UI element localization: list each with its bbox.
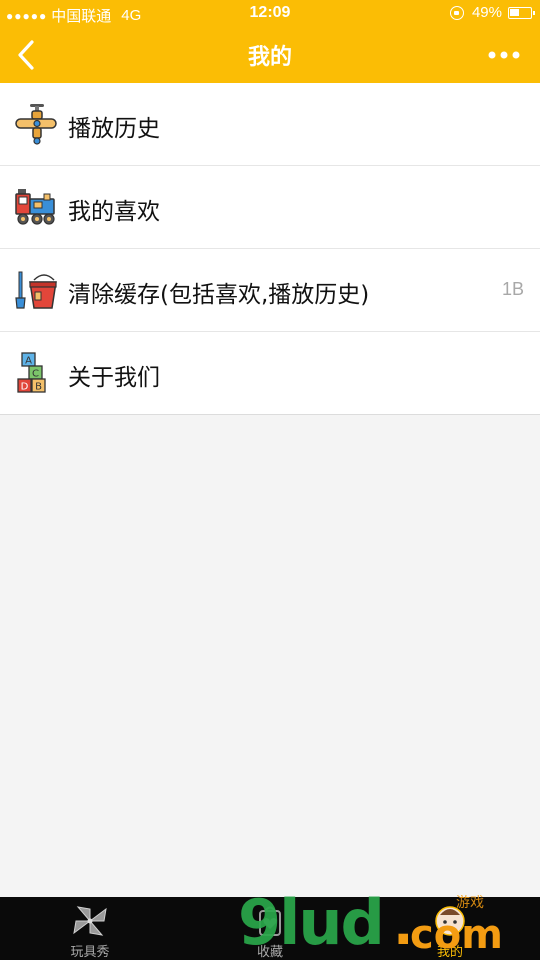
svg-text:A: A [25,356,32,367]
status-right: 49% [449,4,535,21]
more-options-button[interactable] [486,43,522,67]
svg-text:B: B [35,382,42,393]
bucket-shovel-icon [15,271,57,309]
status-bar: ●●●●● 中国联通 4G 12:09 49% [0,0,540,28]
menu-item-clear-cache[interactable]: 清除缓存(包括喜欢,播放历史) 1B [0,249,540,332]
settings-menu: 播放历史 我的喜欢 清除缓存(包括喜欢,播放历史) 1B A C D B 关于我… [0,83,540,415]
svg-text:D: D [21,382,29,393]
battery-percent: 49% [471,4,502,21]
menu-item-label: 播放历史 [68,116,160,142]
menu-item-play-history[interactable]: 播放历史 [0,83,540,166]
svg-text:C: C [32,369,39,380]
tab-toy-show[interactable]: 玩具秀 [35,897,145,960]
cache-size-value: 1B [501,279,524,299]
heart-bag-icon [259,906,281,936]
orientation-lock-icon [449,5,464,20]
menu-item-label: 清除缓存(包括喜欢,播放历史) [68,282,370,308]
tab-bar: 玩具秀 收藏 我的 [0,897,540,960]
tab-favorites[interactable]: 收藏 [215,897,325,960]
baby-face-icon [435,906,465,936]
tab-label: 收藏 [256,945,283,960]
menu-item-label: 我的喜欢 [68,199,160,225]
abc-blocks-icon: A C D B [17,352,46,393]
tab-label: 我的 [436,945,463,960]
tab-mine[interactable]: 我的 [395,897,505,960]
menu-item-about-us[interactable]: A C D B 关于我们 [0,332,540,415]
battery-fill [510,8,519,16]
battery-icon [508,6,535,19]
toy-airplane-icon [15,104,57,145]
pinwheel-icon [73,906,107,936]
tab-label: 玩具秀 [70,945,110,960]
navigation-bar: 我的 [0,28,540,83]
page-title: 我的 [247,45,292,70]
toy-train-icon [15,189,55,225]
menu-item-my-favorites[interactable]: 我的喜欢 [0,166,540,249]
menu-item-label: 关于我们 [68,365,160,391]
ellipsis-icon [488,51,520,59]
